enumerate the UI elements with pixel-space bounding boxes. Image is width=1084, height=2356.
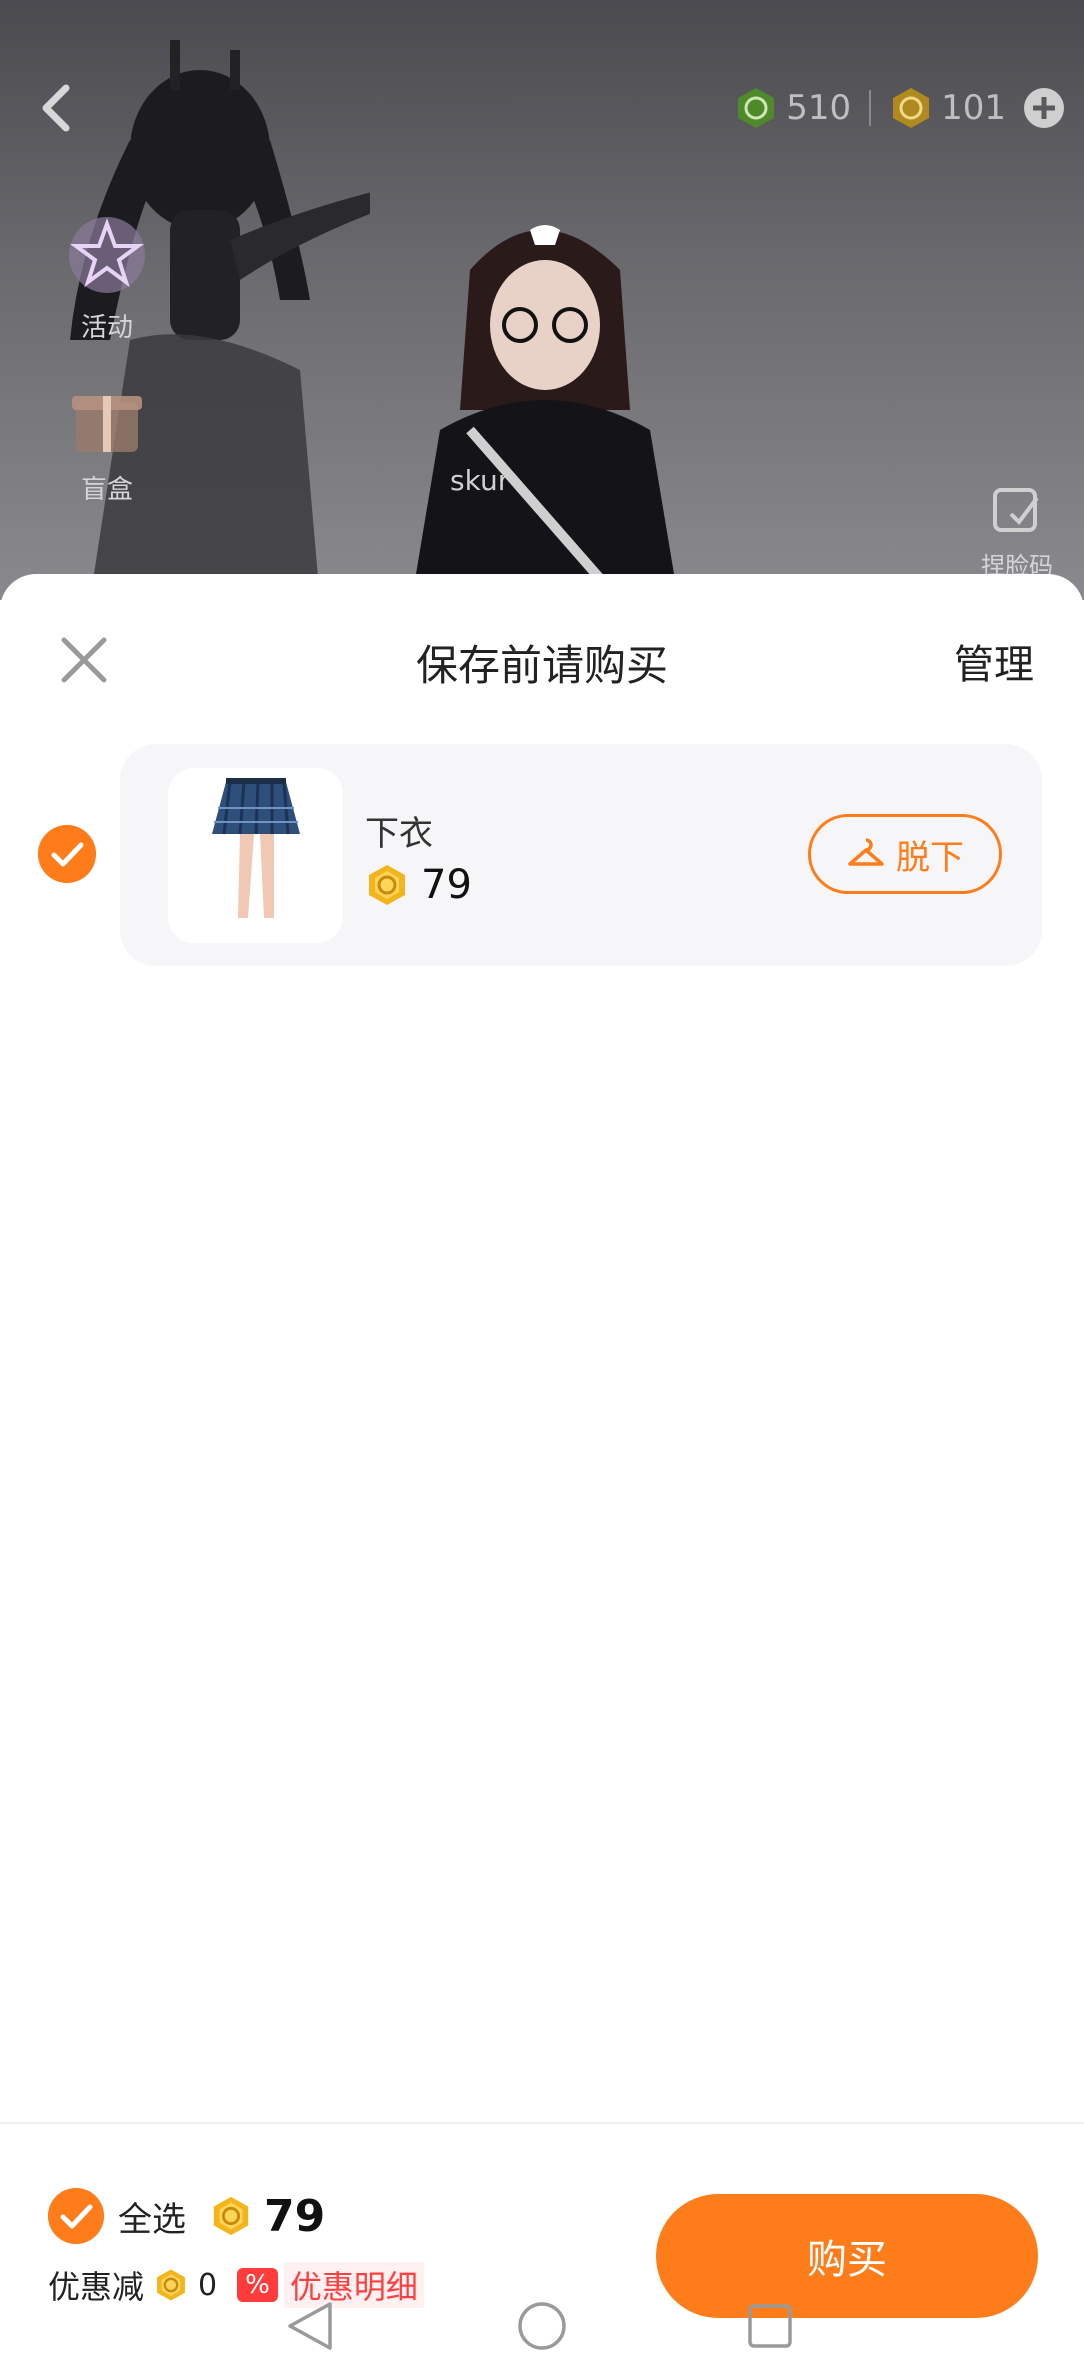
footer-divider — [0, 2122, 1084, 2124]
add-currency-icon[interactable] — [1024, 88, 1064, 128]
side-menu-activity[interactable]: 活动 — [52, 210, 162, 344]
sheet-title: 保存前请购买 — [415, 641, 668, 690]
nav-recents-icon[interactable] — [748, 2304, 792, 2348]
purchase-sheet: 保存前请购买 管理 下衣 79 脱下 — [0, 574, 1084, 2356]
svg-text:skur: skur — [450, 464, 510, 497]
total-price-value: 79 — [264, 2190, 326, 2242]
item-name: 下衣 — [365, 814, 433, 854]
item-checkbox-checked-icon[interactable] — [38, 825, 96, 883]
gold-coin-icon — [157, 2269, 185, 2301]
item-price: 79 — [365, 862, 472, 908]
percent-tag-icon: % — [237, 2268, 278, 2302]
hanger-icon — [848, 838, 884, 866]
gold-currency: 101 — [889, 86, 1006, 130]
green-currency: 510 — [734, 86, 851, 130]
select-all-label: 全选 — [118, 2199, 186, 2240]
nav-home-icon[interactable] — [518, 2302, 566, 2350]
discount-value: 0 — [198, 2267, 218, 2303]
manage-button[interactable]: 管理 — [954, 632, 1034, 690]
avatar-scene: skur 510 101 活动 盲盒 捏脸码 — [0, 0, 1084, 600]
nav-back-icon[interactable] — [288, 2302, 332, 2350]
gift-box-icon — [72, 396, 142, 452]
take-off-button[interactable]: 脱下 — [808, 814, 1002, 894]
select-all-group[interactable]: 全选 79 — [48, 2188, 325, 2244]
green-currency-value: 510 — [786, 88, 852, 128]
currency-bar: 510 101 — [734, 82, 1064, 134]
sheet-header: 保存前请购买 管理 — [0, 574, 1084, 744]
gold-coin-icon — [213, 2196, 249, 2236]
gold-currency-value: 101 — [941, 88, 1006, 128]
side-menu-activity-label: 活动 — [80, 313, 133, 343]
side-menu-blindbox[interactable]: 盲盒 — [52, 372, 162, 506]
item-price-value: 79 — [421, 862, 472, 908]
select-all-checked-icon[interactable] — [48, 2188, 104, 2244]
star-badge-icon — [69, 217, 145, 293]
back-arrow-icon[interactable] — [32, 78, 82, 138]
system-nav-bar — [288, 2302, 792, 2350]
green-coin-icon — [738, 88, 775, 128]
cart-item-row: 下衣 79 脱下 — [0, 744, 1084, 969]
pleated-skirt-image — [212, 778, 300, 918]
currency-divider — [869, 90, 872, 126]
face-code-button[interactable]: 捏脸码 — [972, 484, 1062, 581]
side-menu-blindbox-label: 盲盒 — [80, 475, 133, 505]
total-price: 79 — [210, 2191, 325, 2242]
face-code-icon — [993, 488, 1039, 532]
item-thumbnail — [168, 768, 343, 943]
cart-item-card: 下衣 79 脱下 — [120, 744, 1042, 966]
girl-avatar-figure: skur — [411, 225, 679, 600]
gold-coin-icon — [893, 88, 930, 128]
take-off-label: 脱下 — [896, 837, 964, 878]
gold-coin-icon — [369, 865, 405, 905]
